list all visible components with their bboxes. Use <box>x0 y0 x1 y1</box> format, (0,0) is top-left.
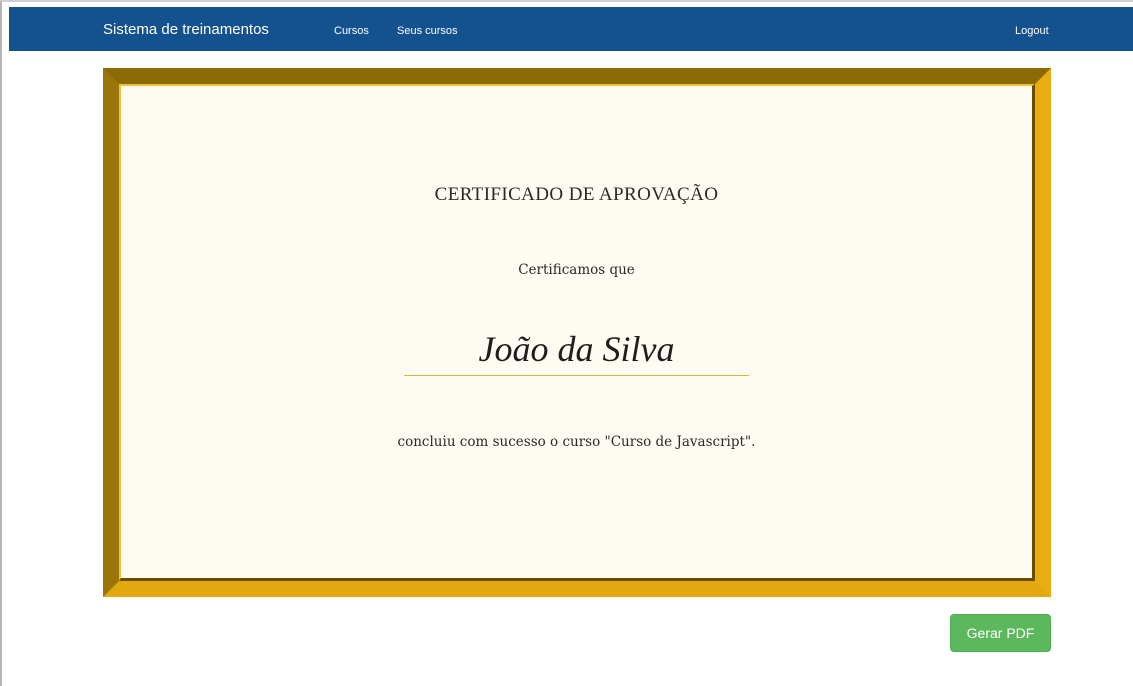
certificate-paper: CERTIFICADO DE APROVAÇÃO Certificamos qu… <box>119 84 1035 581</box>
certificate-body-text: concluiu com sucesso o curso "Curso de J… <box>397 434 756 450</box>
brand-title[interactable]: Sistema de treinamentos <box>103 21 269 38</box>
generate-pdf-button[interactable]: Gerar PDF <box>950 614 1051 652</box>
certificate-title: CERTIFICADO DE APROVAÇÃO <box>434 184 719 205</box>
page: Sistema de treinamentos Cursos Seus curs… <box>0 0 1133 686</box>
nav-link-seus-cursos[interactable]: Seus cursos <box>397 25 458 37</box>
navbar: Sistema de treinamentos Cursos Seus curs… <box>9 7 1133 51</box>
certificate-recipient-name: João da Silva <box>404 322 749 376</box>
nav-link-cursos[interactable]: Cursos <box>334 25 369 37</box>
logout-link[interactable]: Logout <box>1015 25 1049 37</box>
certificate-intro: Certificamos que <box>518 262 635 278</box>
certificate-frame: CERTIFICADO DE APROVAÇÃO Certificamos qu… <box>103 68 1051 597</box>
